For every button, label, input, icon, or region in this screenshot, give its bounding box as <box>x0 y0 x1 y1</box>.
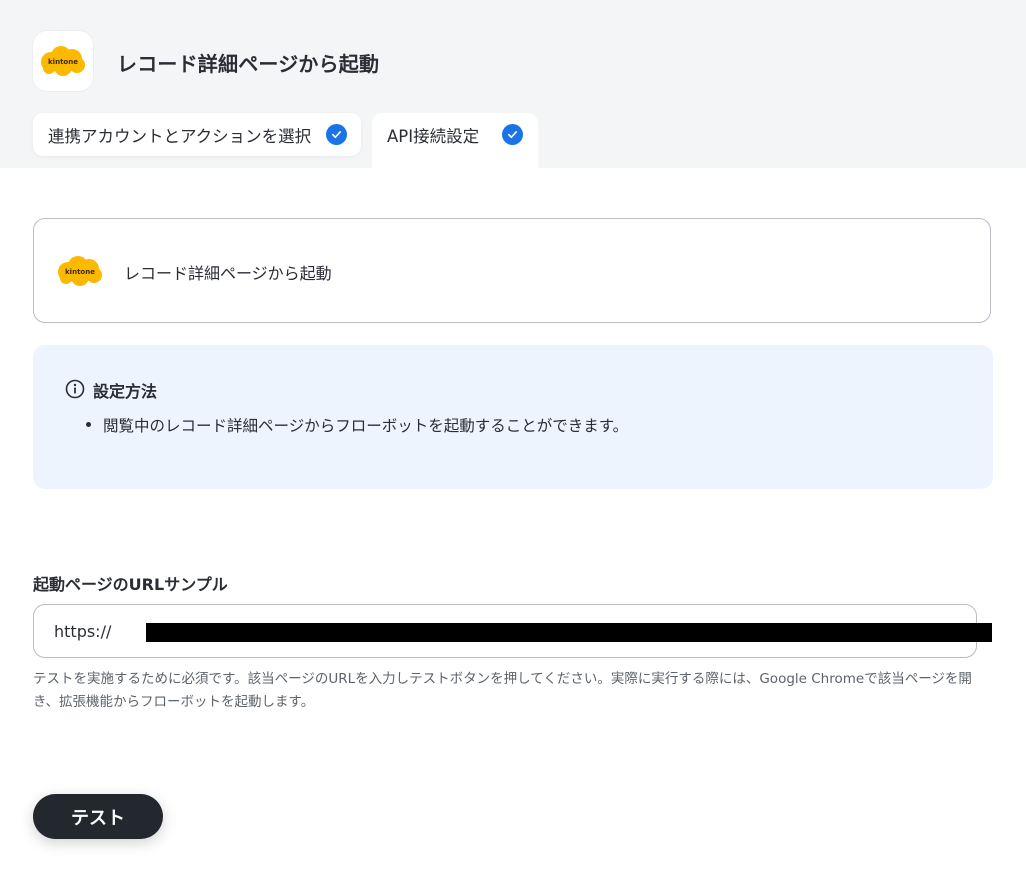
kintone-cloud-icon: kintone <box>58 256 102 286</box>
trigger-label: レコード詳細ページから起動 <box>124 264 332 283</box>
info-box: 設定方法 閲覧中のレコード詳細ページからフローボットを起動することができます。 <box>33 345 993 489</box>
kintone-logo: kintone <box>54 254 106 292</box>
tab-label: 連携アカウントとアクションを選択 <box>48 126 312 146</box>
tab-account-action[interactable]: 連携アカウントとアクションを選択 <box>33 113 361 156</box>
bullet <box>86 422 91 427</box>
url-input[interactable]: https:// <box>33 604 992 658</box>
check-icon <box>326 124 347 145</box>
kintone-logo: kintone <box>33 31 93 91</box>
svg-text:kintone: kintone <box>65 268 95 276</box>
redacted-url <box>146 623 992 642</box>
tab-api-settings[interactable]: API接続設定 <box>372 113 538 168</box>
check-icon <box>502 124 523 145</box>
tab-label: API接続設定 <box>387 126 480 146</box>
info-item: 閲覧中のレコード詳細ページからフローボットを起動することができます。 <box>103 417 629 435</box>
url-field-label: 起動ページのURLサンプル <box>33 575 228 594</box>
url-value: https:// <box>54 621 112 641</box>
page-title: レコード詳細ページから起動 <box>117 52 380 76</box>
info-icon <box>65 379 85 403</box>
info-title: 設定方法 <box>93 382 158 401</box>
test-button[interactable]: テスト <box>33 794 163 839</box>
svg-text:kintone: kintone <box>48 58 78 66</box>
kintone-cloud-icon: kintone <box>41 46 85 76</box>
help-text: テストを実施するために必須です。該当ページのURLを入力しテストボタンを押してく… <box>33 671 972 710</box>
trigger-card: kintone レコード詳細ページから起動 <box>33 218 991 323</box>
